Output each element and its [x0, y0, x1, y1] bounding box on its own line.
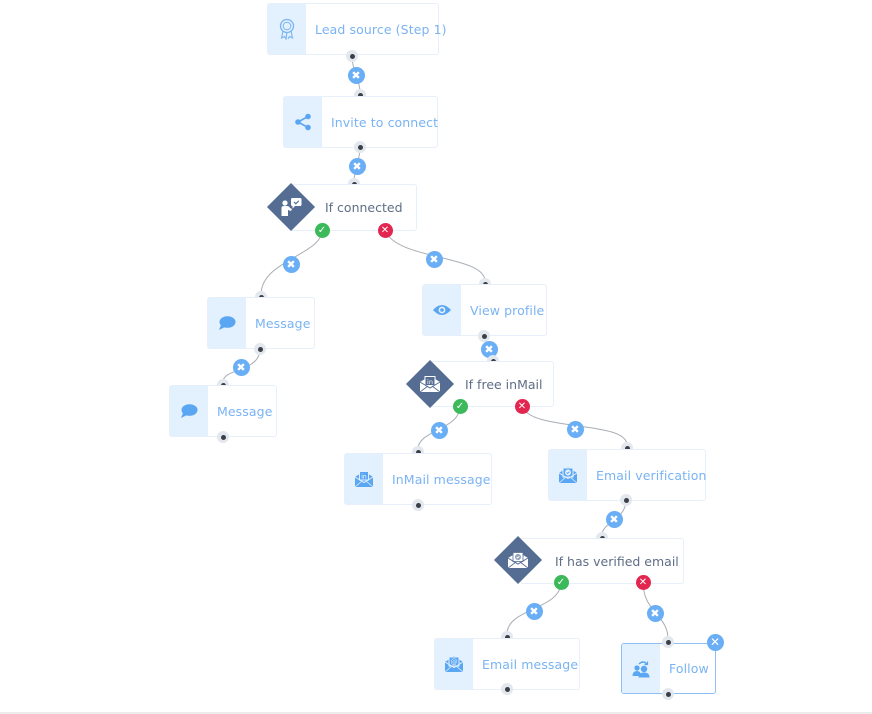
node-label: Follow	[669, 661, 709, 676]
node-lead-source[interactable]: Lead source (Step 1)	[267, 3, 447, 55]
delete-link-button[interactable]: ✖	[348, 157, 366, 175]
output-port[interactable]	[620, 494, 632, 506]
output-port[interactable]	[354, 141, 366, 153]
no-branch-port[interactable]: ✕	[377, 222, 393, 238]
envelope-check-icon	[549, 450, 587, 500]
linkedin-envelope-icon: in	[345, 454, 383, 504]
delete-link-button[interactable]: ✖	[430, 421, 448, 439]
envelope-check-icon	[494, 536, 542, 584]
delete-link-button[interactable]: ✖	[566, 420, 584, 438]
workflow-canvas[interactable]: Lead source (Step 1) ✖ Invite to connect…	[0, 0, 872, 714]
no-branch-port[interactable]: ✕	[635, 574, 651, 590]
chat-bubble-icon	[208, 298, 246, 348]
output-port[interactable]	[501, 683, 513, 695]
node-view-profile[interactable]: View profile	[422, 284, 547, 336]
svg-text:in: in	[361, 474, 367, 481]
linkedin-envelope-icon: in	[406, 360, 454, 408]
person-chat-check-icon	[267, 183, 315, 231]
delete-link-button[interactable]: ✖	[525, 602, 543, 620]
output-port[interactable]	[254, 343, 266, 355]
output-port[interactable]	[346, 50, 358, 62]
svg-text:in: in	[427, 378, 433, 386]
chat-bubble-icon	[170, 386, 208, 436]
output-port[interactable]	[217, 431, 229, 443]
envelope-at-icon: @	[435, 639, 473, 689]
node-label: Email message	[482, 656, 579, 672]
delete-link-button[interactable]: ✖	[347, 66, 365, 84]
delete-link-button[interactable]: ✖	[646, 604, 664, 622]
node-follow[interactable]: Follow	[621, 643, 716, 694]
eye-icon	[423, 285, 461, 335]
node-label: Lead source (Step 1)	[315, 21, 447, 37]
node-label: Message	[217, 403, 273, 419]
remove-node-button[interactable]: ✕	[706, 633, 724, 651]
no-branch-port[interactable]: ✕	[514, 398, 530, 414]
output-port[interactable]	[662, 688, 674, 700]
yes-branch-port[interactable]: ✓	[452, 398, 468, 414]
svg-text:@: @	[451, 658, 458, 666]
condition-label: If has verified email	[555, 553, 679, 569]
share-icon	[284, 97, 322, 147]
node-message-2[interactable]: Message	[169, 385, 277, 437]
node-label: Email verification	[596, 467, 707, 483]
delete-link-button[interactable]: ✖	[282, 255, 300, 273]
delete-link-button[interactable]: ✖	[425, 250, 443, 268]
delete-link-button[interactable]: ✖	[232, 358, 250, 376]
yes-branch-port[interactable]: ✓	[314, 222, 330, 238]
condition-if-has-verified-email[interactable]: If has verified email	[520, 538, 684, 584]
award-badge-icon	[268, 4, 306, 54]
follow-people-icon	[622, 644, 660, 693]
input-port[interactable]	[662, 636, 674, 648]
node-label: Invite to connect	[331, 114, 439, 130]
node-inmail-message[interactable]: in InMail message	[344, 453, 492, 505]
node-label: View profile	[470, 302, 545, 318]
output-port[interactable]	[412, 499, 424, 511]
node-message-1[interactable]: Message	[207, 297, 315, 349]
delete-link-button[interactable]: ✖	[605, 510, 623, 528]
yes-branch-port[interactable]: ✓	[553, 574, 569, 590]
node-label: InMail message	[392, 471, 491, 487]
node-label: Message	[255, 315, 311, 331]
